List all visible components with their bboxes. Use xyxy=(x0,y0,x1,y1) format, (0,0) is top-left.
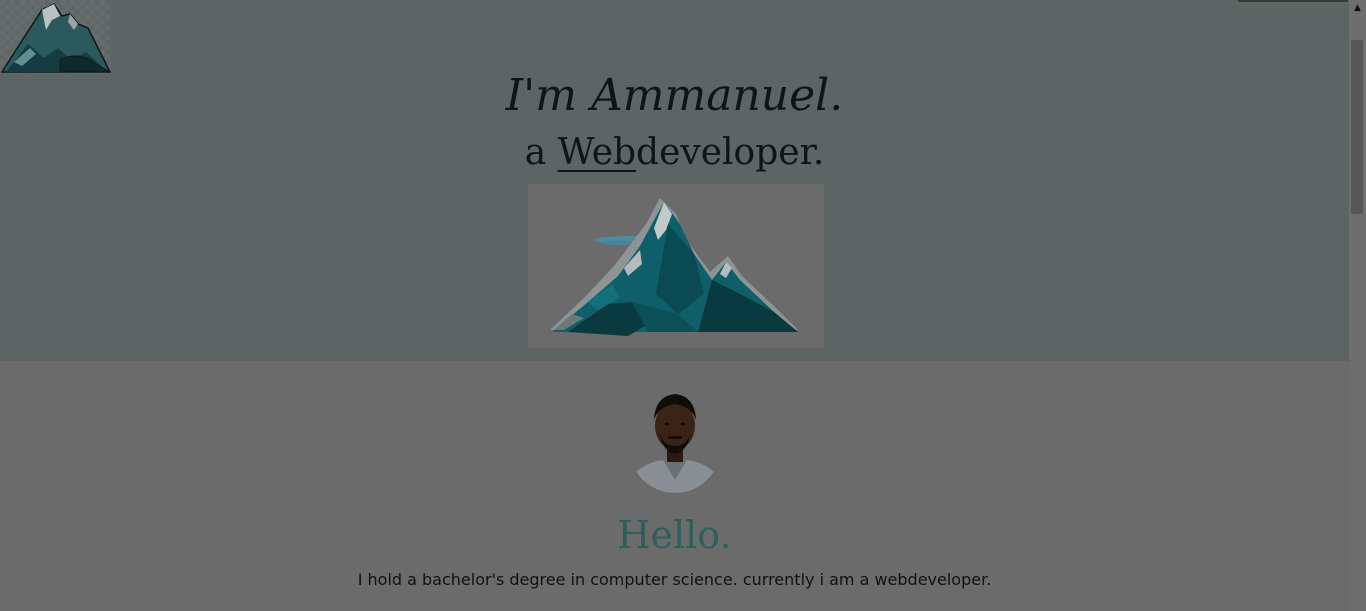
tagline-prefix: a xyxy=(524,132,558,173)
page: I'm Ammanuel. a Webdeveloper. Hello. I h… xyxy=(0,0,1366,611)
logo-link[interactable] xyxy=(0,0,111,74)
tagline-suffix: developer. xyxy=(636,132,825,173)
hero-section: I'm Ammanuel. a Webdeveloper. xyxy=(0,0,1349,361)
page-scrollbar[interactable]: ▲ xyxy=(1349,0,1366,611)
bio-text: I hold a bachelor's degree in computer s… xyxy=(357,570,992,589)
page-title: I'm Ammanuel. xyxy=(505,70,844,121)
about-section: Hello. I hold a bachelor's degree in com… xyxy=(0,361,1349,611)
mountain-logo-icon xyxy=(0,3,111,73)
tagline-typed-word: Web xyxy=(557,132,637,173)
mountain-illustration xyxy=(528,184,824,348)
top-divider xyxy=(1238,0,1348,2)
role-tagline: a Webdeveloper. xyxy=(0,130,1349,176)
profile-photo xyxy=(629,390,721,493)
scrollbar-thumb[interactable] xyxy=(1351,40,1363,214)
greeting-heading: Hello. xyxy=(617,513,732,557)
scroll-up-arrow-icon[interactable]: ▲ xyxy=(1349,0,1366,17)
